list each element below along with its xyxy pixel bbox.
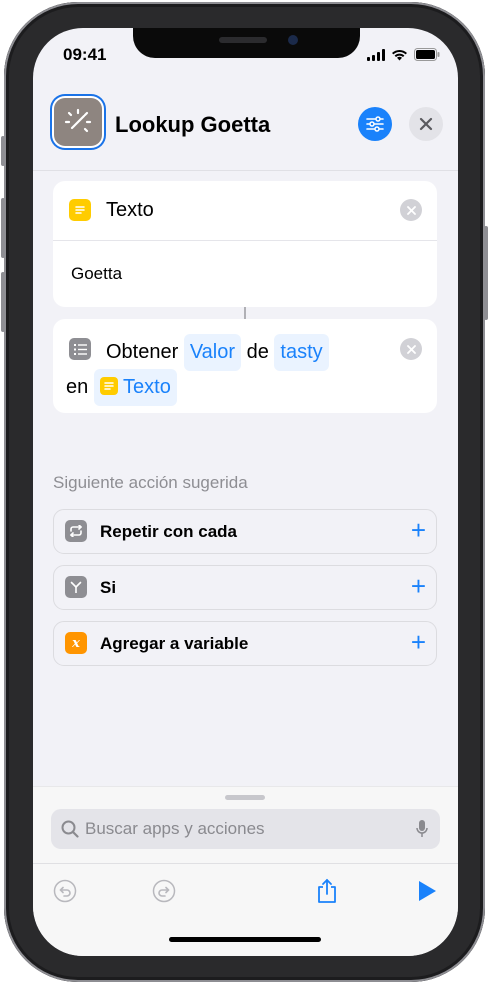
magic-wand-icon[interactable] xyxy=(54,98,102,146)
suggestion-label: Repetir con cada xyxy=(100,522,237,541)
get-value-sentence-line2: en Texto xyxy=(66,369,177,406)
editor-header: Lookup Goetta xyxy=(33,78,458,171)
text-action-content[interactable]: Goetta xyxy=(71,264,122,284)
variable-x-icon: x xyxy=(65,632,87,654)
search-placeholder: Buscar apps y acciones xyxy=(85,819,265,838)
notch xyxy=(133,28,360,58)
drawer-handle[interactable] xyxy=(225,795,265,800)
side-button xyxy=(484,226,488,320)
text-action-title: Texto xyxy=(106,199,154,221)
value-parameter[interactable]: Valor xyxy=(183,334,242,371)
redo-icon xyxy=(152,879,176,903)
close-icon xyxy=(406,205,416,215)
remove-get-value-action-button[interactable] xyxy=(400,338,422,360)
text-variable-pill[interactable]: Texto xyxy=(93,369,177,406)
volume-down-button xyxy=(1,272,5,332)
suggestion-label: Agregar a variable xyxy=(100,634,249,653)
suggestions-heading: Siguiente acción sugerida xyxy=(53,473,248,492)
suggestion-label: Si xyxy=(100,578,117,597)
suggestion-if[interactable]: Si + xyxy=(53,565,437,610)
close-icon xyxy=(406,344,416,354)
get-value-action-card[interactable]: Obtener Valor de tasty en Texto xyxy=(53,319,437,413)
undo-button[interactable] xyxy=(51,877,79,905)
play-icon xyxy=(419,881,436,901)
run-button[interactable] xyxy=(413,877,441,905)
add-icon[interactable]: + xyxy=(411,571,426,602)
get-verb: Obtener xyxy=(106,341,179,363)
search-input[interactable]: Buscar apps y acciones xyxy=(51,809,440,849)
shortcut-title[interactable]: Lookup Goetta xyxy=(115,112,270,138)
text-note-icon xyxy=(99,377,118,395)
text-action-card[interactable]: Texto Goetta xyxy=(53,181,437,307)
share-icon xyxy=(318,878,336,903)
suggestion-add-to-variable[interactable]: x Agregar a variable + xyxy=(53,621,437,666)
status-icons xyxy=(367,48,440,61)
add-icon[interactable]: + xyxy=(411,515,426,546)
battery-icon xyxy=(414,48,440,61)
word-en: en xyxy=(66,376,89,398)
branch-icon xyxy=(65,576,87,598)
search-icon xyxy=(61,820,79,838)
settings-button[interactable] xyxy=(358,107,392,141)
remove-text-action-button[interactable] xyxy=(400,199,422,221)
text-note-icon xyxy=(69,199,91,221)
word-de: de xyxy=(246,341,269,363)
close-icon xyxy=(419,117,433,131)
text-variable-label: Texto xyxy=(123,376,171,398)
key-parameter[interactable]: tasty xyxy=(274,334,329,371)
status-time: 09:41 xyxy=(63,45,107,64)
share-button[interactable] xyxy=(313,877,341,905)
action-drawer: Buscar apps y acciones xyxy=(33,786,458,956)
redo-button[interactable] xyxy=(150,877,178,905)
screen: 09:41 Lookup Goetta Texto Goetta Obtener… xyxy=(33,28,458,956)
divider xyxy=(53,240,437,241)
suggestion-repeat-with-each[interactable]: Repetir con cada + xyxy=(53,509,437,554)
volume-up-button xyxy=(1,198,5,258)
signal-icon xyxy=(367,48,385,61)
close-button[interactable] xyxy=(409,107,443,141)
mute-switch xyxy=(1,136,5,166)
get-value-sentence: Obtener Valor de tasty xyxy=(106,334,406,371)
list-icon xyxy=(69,338,91,360)
microphone-icon[interactable] xyxy=(416,819,428,839)
wifi-icon xyxy=(392,49,407,60)
sliders-icon xyxy=(366,116,384,132)
toolbar-divider xyxy=(33,863,458,864)
home-indicator xyxy=(169,937,321,942)
repeat-icon xyxy=(65,520,87,542)
undo-icon xyxy=(53,879,77,903)
action-connector xyxy=(244,307,246,319)
add-icon[interactable]: + xyxy=(411,627,426,658)
